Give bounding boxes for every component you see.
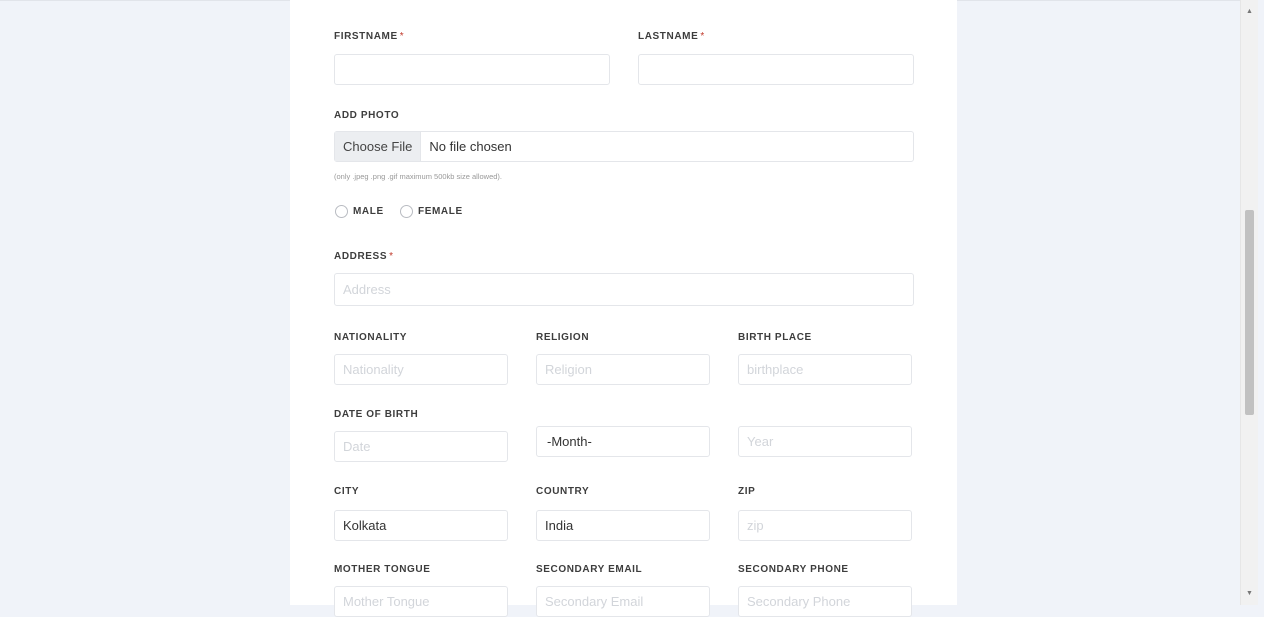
country-label: COUNTRY bbox=[536, 486, 590, 497]
country-input[interactable] bbox=[536, 510, 710, 541]
firstname-input[interactable] bbox=[334, 54, 610, 85]
photo-file-input[interactable]: Choose File No file chosen bbox=[334, 131, 914, 162]
required-asterisk: * bbox=[700, 31, 705, 42]
file-status-text: No file chosen bbox=[429, 139, 512, 154]
religion-input[interactable] bbox=[536, 354, 710, 385]
firstname-label-text: FIRSTNAME bbox=[334, 31, 398, 42]
address-input[interactable] bbox=[334, 273, 914, 306]
lastname-label: LASTNAME * bbox=[638, 31, 705, 42]
scroll-up-arrow-icon[interactable]: ▲ bbox=[1241, 8, 1258, 15]
zip-label: ZIP bbox=[738, 486, 756, 497]
dob-month-select[interactable]: -Month- bbox=[536, 426, 710, 457]
secondary-email-input[interactable] bbox=[536, 586, 710, 617]
male-label: MALE bbox=[353, 206, 384, 217]
gender-female-radio[interactable]: FEMALE bbox=[400, 205, 463, 218]
firstname-label: FIRSTNAME * bbox=[334, 31, 404, 42]
secondary-phone-input[interactable] bbox=[738, 586, 912, 617]
nationality-input[interactable] bbox=[334, 354, 508, 385]
mother-tongue-label: MOTHER TONGUE bbox=[334, 564, 431, 575]
female-label: FEMALE bbox=[418, 206, 463, 217]
city-label: CITY bbox=[334, 486, 360, 497]
choose-file-button[interactable]: Choose File bbox=[335, 132, 422, 161]
religion-label: RELIGION bbox=[536, 332, 590, 343]
birthplace-input[interactable] bbox=[738, 354, 912, 385]
lastname-input[interactable] bbox=[638, 54, 914, 85]
address-label: ADDRESS * bbox=[334, 251, 394, 262]
registration-form-card: FIRSTNAME * LASTNAME * ADD PHOTO Choose Fi… bbox=[290, 0, 957, 617]
zip-input[interactable] bbox=[738, 510, 912, 541]
radio-circle-icon bbox=[400, 205, 413, 218]
birthplace-label: BIRTH PLACE bbox=[738, 332, 812, 343]
lastname-label-text: LASTNAME bbox=[638, 31, 699, 42]
address-label-text: ADDRESS bbox=[334, 251, 388, 262]
radio-circle-icon bbox=[335, 205, 348, 218]
scroll-down-arrow-icon[interactable]: ▼ bbox=[1241, 590, 1258, 597]
mother-tongue-input[interactable] bbox=[334, 586, 508, 617]
dob-year-input[interactable] bbox=[738, 426, 912, 457]
gender-male-radio[interactable]: MALE bbox=[335, 205, 384, 218]
add-photo-label: ADD PHOTO bbox=[334, 110, 400, 121]
city-input[interactable] bbox=[334, 510, 508, 541]
scrollbar-thumb[interactable] bbox=[1245, 210, 1254, 415]
dob-date-input[interactable] bbox=[334, 431, 508, 462]
required-asterisk: * bbox=[389, 251, 394, 262]
vertical-scrollbar[interactable]: ▲ ▼ bbox=[1240, 0, 1258, 605]
secondary-phone-label: SECONDARY PHONE bbox=[738, 564, 849, 575]
secondary-email-label: SECONDARY EMAIL bbox=[536, 564, 643, 575]
nationality-label: NATIONALITY bbox=[334, 332, 408, 343]
required-asterisk: * bbox=[399, 31, 405, 42]
date-of-birth-label: DATE OF BIRTH bbox=[334, 409, 419, 420]
photo-size-note: (only .jpeg .png .gif maximum 500kb size… bbox=[334, 172, 502, 181]
